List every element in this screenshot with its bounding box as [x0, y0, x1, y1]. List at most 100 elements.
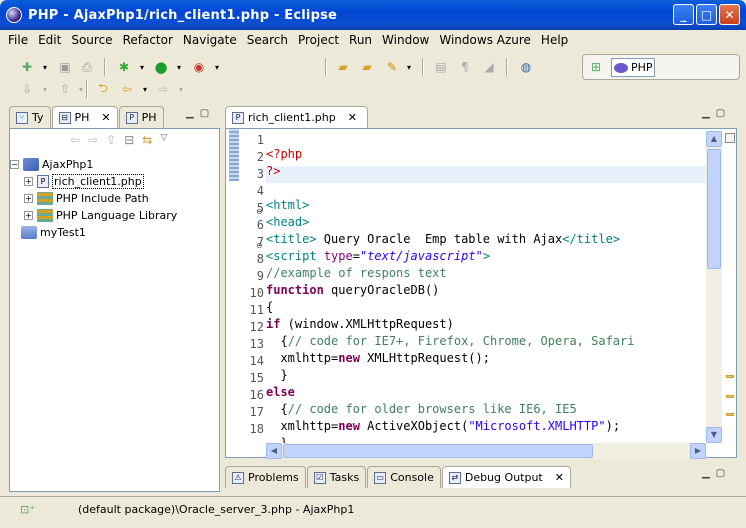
maximize-view-icon[interactable]: ▢ [200, 108, 209, 119]
minimize-view-icon[interactable]: ▁ [702, 468, 710, 479]
scroll-up-icon[interactable]: ▲ [706, 131, 722, 147]
code-content[interactable]: <?php ?> <html> <head> <title> Query Oracle… [266, 132, 708, 480]
close-button[interactable]: ✕ [719, 4, 740, 25]
tree-label: PHP Language Library [56, 209, 178, 222]
search-icon[interactable]: ✎ [383, 58, 401, 76]
save-icon[interactable]: ▣ [56, 58, 74, 76]
up-icon[interactable]: ⇪ [106, 133, 116, 147]
tree-label: rich_client1.php [52, 174, 144, 189]
menu-navigate[interactable]: Navigate [179, 33, 241, 47]
back-icon[interactable]: ⇦ [118, 80, 136, 98]
minimize-view-icon[interactable]: ▁ [702, 108, 710, 119]
dropdown-arrow-icon[interactable]: ▾ [133, 58, 151, 76]
perspective-label: PHP [631, 61, 653, 74]
tab-console[interactable]: ▭ Console [367, 466, 441, 488]
forward-icon[interactable]: ⇨ [88, 133, 98, 147]
globe-icon[interactable]: ◍ [517, 58, 535, 76]
menu-edit[interactable]: Edit [34, 33, 65, 47]
menu-help[interactable]: Help [537, 33, 572, 47]
tab-php-functions[interactable]: P PH [118, 106, 164, 128]
library-icon [37, 192, 53, 205]
scroll-right-icon[interactable]: ▶ [690, 443, 706, 459]
highlight-icon[interactable]: ◢ [480, 58, 498, 76]
dropdown-arrow-icon[interactable]: ▾ [36, 58, 54, 76]
tab-php-explorer[interactable]: ⊟ PH ✕ [51, 106, 118, 128]
annotation-marker[interactable] [726, 395, 734, 398]
tab-label: Console [390, 471, 434, 484]
menu-run[interactable]: Run [345, 33, 376, 47]
print-icon[interactable]: ⎙ [78, 58, 96, 76]
link-with-editor-icon[interactable]: ⇆ [142, 133, 152, 147]
menu-windows-azure[interactable]: Windows Azure [435, 33, 535, 47]
tree-item-file[interactable]: + P rich_client1.php [10, 173, 220, 190]
tree-item-project[interactable]: − AjaxPhp1 [10, 156, 220, 173]
tree-item-language-library[interactable]: + PHP Language Library [10, 207, 220, 224]
close-icon[interactable]: ✕ [555, 471, 564, 484]
menu-window[interactable]: Window [378, 33, 433, 47]
tab-label: PH [141, 111, 157, 124]
tasks-icon: ☑ [313, 471, 326, 484]
php-perspective-button[interactable]: PHP [611, 58, 655, 77]
maximize-view-icon[interactable]: ▢ [716, 468, 725, 479]
line-number: 9 [256, 269, 264, 283]
tree-item-project[interactable]: myTest1 [10, 224, 220, 241]
horizontal-scrollbar[interactable]: ◀ ▶ [266, 443, 706, 459]
show-whitespace-icon[interactable]: ¶ [456, 58, 474, 76]
scroll-left-icon[interactable]: ◀ [266, 443, 282, 459]
annotation-marker[interactable] [726, 413, 734, 416]
fold-icon[interactable]: ⊖ [256, 237, 263, 254]
tab-rich-client[interactable]: P rich_client1.php ✕ [225, 106, 368, 128]
back-icon[interactable]: ⇦ [70, 133, 80, 147]
explorer-toolbar: ⇦ ⇨ ⇪ ⊟ ⇆ ▽ [70, 133, 167, 147]
menu-search[interactable]: Search [243, 33, 292, 47]
tab-type-hierarchy[interactable]: ⑂ Ty [9, 106, 51, 128]
minimize-button[interactable]: _ [673, 4, 694, 25]
open-folder-icon[interactable]: ▰ [334, 58, 352, 76]
menu-refactor[interactable]: Refactor [119, 33, 177, 47]
dropdown-arrow-icon[interactable]: ▾ [172, 80, 190, 98]
tree-item-include-path[interactable]: + PHP Include Path [10, 190, 220, 207]
tab-problems[interactable]: ⚠ Problems [225, 466, 306, 488]
hscroll-thumb[interactable] [283, 444, 593, 458]
fold-icon[interactable]: ⊖ [256, 203, 263, 220]
scroll-thumb[interactable] [707, 149, 721, 269]
dropdown-arrow-icon[interactable]: ▾ [170, 58, 188, 76]
maximize-button[interactable]: □ [696, 4, 717, 25]
view-menu-icon[interactable]: ▽ [160, 133, 167, 147]
annotation-marker[interactable] [726, 375, 734, 378]
menu-source[interactable]: Source [67, 33, 116, 47]
external-tools-icon[interactable]: ◉ [190, 58, 208, 76]
open-project-icon[interactable]: ▰ [358, 58, 376, 76]
minimize-view-icon[interactable]: ▁ [186, 108, 194, 119]
expand-toggle[interactable]: + [24, 211, 33, 220]
next-annotation-icon[interactable]: ⇩ [18, 80, 36, 98]
close-icon[interactable]: ✕ [101, 111, 110, 124]
code-editor[interactable]: 1 2 3 4 5 6 7 8 9 10 11 12 13 14 15 16 17 18 ⊖ ⊖ <?php ?> … [225, 128, 737, 459]
debug-icon[interactable]: ✱ [115, 58, 133, 76]
title-bar[interactable]: PHP - AjaxPhp1/rich_client1.php - Eclips… [0, 0, 746, 30]
maximize-view-icon[interactable]: ▢ [716, 108, 725, 119]
collapse-all-icon[interactable]: ⊟ [124, 133, 134, 147]
new-icon[interactable]: ✚ [18, 58, 36, 76]
dropdown-arrow-icon[interactable]: ▾ [208, 58, 226, 76]
toggle-mark-icon[interactable]: ▤ [432, 58, 450, 76]
menu-project[interactable]: Project [294, 33, 343, 47]
tab-tasks[interactable]: ☑ Tasks [306, 466, 367, 488]
vertical-scrollbar[interactable]: ▲ ▼ [706, 131, 722, 443]
dropdown-arrow-icon[interactable]: ▾ [400, 58, 418, 76]
tab-debug-output[interactable]: ⇄ Debug Output ✕ [441, 466, 571, 488]
expand-toggle[interactable]: + [24, 177, 33, 186]
run-icon[interactable]: ● [152, 58, 170, 76]
collapse-toggle[interactable]: − [10, 160, 19, 169]
close-icon[interactable]: ✕ [348, 111, 357, 124]
last-edit-location-icon[interactable]: ⮌ [94, 80, 112, 98]
open-perspective-icon[interactable]: ⊞ [587, 58, 605, 76]
expand-toggle[interactable]: + [24, 194, 33, 203]
menu-file[interactable]: File [4, 33, 32, 47]
dropdown-arrow-icon[interactable]: ▾ [136, 80, 154, 98]
dropdown-arrow-icon[interactable]: ▾ [36, 80, 54, 98]
scroll-down-icon[interactable]: ▼ [706, 427, 722, 443]
tab-label: Ty [32, 111, 44, 124]
fast-view-icon[interactable]: ⊡⁺ [20, 503, 60, 516]
forward-icon[interactable]: ⇨ [154, 80, 172, 98]
